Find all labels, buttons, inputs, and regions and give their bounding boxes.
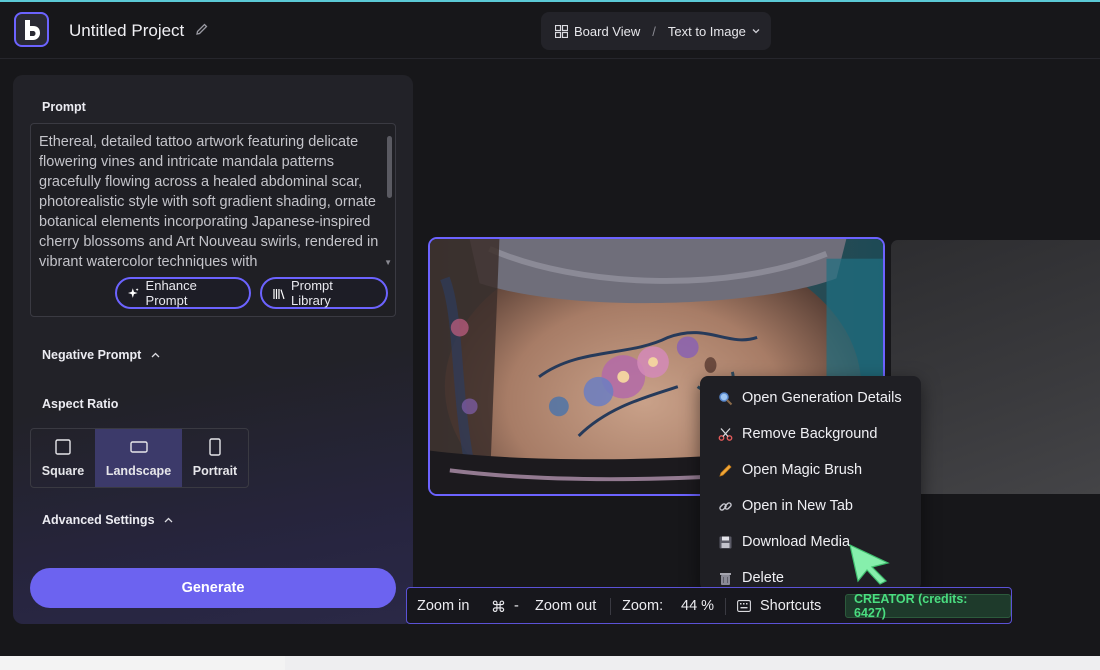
toolbar-divider (610, 598, 611, 615)
enhance-prompt-label: Enhance Prompt (145, 278, 197, 308)
aspect-square-label: Square (41, 464, 85, 478)
aspect-portrait-option[interactable]: Portrait (182, 429, 248, 487)
magnifier-icon (717, 390, 733, 406)
menu-open-in-new-tab[interactable]: Open in New Tab (717, 496, 853, 516)
square-shape-icon (55, 439, 71, 455)
aspect-portrait-label: Portrait (192, 464, 238, 478)
credits-badge[interactable]: CREATOR (credits: 6427) (845, 592, 1011, 620)
aspect-square-option[interactable]: Square (31, 429, 95, 487)
zoom-value[interactable]: 44 % (681, 598, 714, 614)
zoom-out-button[interactable]: Zoom out (535, 598, 596, 614)
view-separator: / (652, 23, 656, 39)
landscape-shape-icon (129, 441, 148, 453)
keyboard-icon (737, 600, 751, 612)
logo-icon (24, 19, 40, 40)
library-books-icon (273, 288, 285, 299)
sparkle-icon (127, 287, 139, 298)
prompt-scrollbar[interactable] (387, 136, 392, 198)
portrait-shape-icon (209, 438, 221, 456)
menu-download-media[interactable]: Download Media (717, 532, 850, 552)
chevron-up-icon (151, 352, 160, 358)
menu-delete[interactable]: Delete (717, 568, 784, 588)
canvas-zoom-toolbar: Zoom in ⌘ - Zoom out Zoom: 44 % Shortcut… (406, 587, 1012, 624)
chevron-down-icon[interactable] (751, 26, 761, 36)
menu-item-label: Open in New Tab (742, 498, 853, 514)
mode-label[interactable]: Text to Image (668, 24, 746, 39)
prompt-library-label: Prompt Library (290, 278, 333, 308)
menu-item-label: Open Magic Brush (742, 462, 863, 478)
aspect-landscape-option[interactable]: Landscape (95, 429, 182, 487)
menu-item-label: Open Generation Details (742, 390, 902, 406)
floppy-disk-icon (717, 534, 733, 550)
command-key-icon: ⌘ (491, 599, 506, 616)
board-grid-icon (555, 24, 568, 38)
pointer-cursor-icon (849, 543, 890, 585)
pencil-icon (717, 462, 733, 478)
menu-open-generation-details[interactable]: Open Generation Details (717, 388, 902, 408)
generate-button[interactable]: Generate (30, 568, 396, 608)
board-view-label[interactable]: Board View (574, 24, 640, 39)
zoom-label: Zoom: (622, 598, 664, 614)
prompt-textarea[interactable]: Ethereal, detailed tattoo artwork featur… (39, 132, 379, 272)
aspect-ratio-selector: Square Landscape Portrait (30, 428, 249, 488)
minus-key: - (514, 598, 519, 614)
aspect-landscape-label: Landscape (105, 464, 172, 478)
os-taskbar-strip (0, 656, 1100, 670)
advanced-settings-label: Advanced Settings (42, 513, 155, 527)
app-header: Untitled Project Board View / Text to Im… (0, 2, 1100, 59)
prompt-input-box[interactable]: Ethereal, detailed tattoo artwork featur… (30, 123, 396, 317)
chevron-up-icon (164, 517, 173, 523)
negative-prompt-label: Negative Prompt (42, 348, 142, 362)
aspect-ratio-label: Aspect Ratio (42, 397, 119, 411)
scroll-down-arrow[interactable]: ▼ (384, 258, 392, 267)
trash-icon (717, 570, 733, 586)
negative-prompt-toggle[interactable]: Negative Prompt (42, 348, 161, 362)
generation-panel: Prompt Ethereal, detailed tattoo artwork… (13, 75, 413, 624)
prompt-library-button[interactable]: Prompt Library (260, 277, 388, 309)
pencil-edit-icon[interactable] (195, 22, 209, 36)
view-mode-switch[interactable]: Board View / Text to Image (541, 12, 771, 50)
link-icon (717, 498, 733, 514)
menu-open-magic-brush[interactable]: Open Magic Brush (717, 460, 862, 480)
enhance-prompt-button[interactable]: Enhance Prompt (115, 277, 251, 309)
app-logo[interactable] (14, 12, 49, 47)
advanced-settings-toggle[interactable]: Advanced Settings (42, 513, 174, 527)
menu-item-label: Delete (742, 570, 784, 586)
scissors-icon (717, 426, 733, 442)
shortcuts-button[interactable]: Shortcuts (760, 598, 821, 614)
toolbar-divider (725, 598, 726, 615)
menu-item-label: Download Media (742, 534, 851, 550)
menu-item-label: Remove Background (742, 426, 878, 442)
project-title[interactable]: Untitled Project (69, 21, 184, 41)
secondary-image-card[interactable] (891, 240, 1100, 494)
menu-remove-background[interactable]: Remove Background (717, 424, 877, 444)
prompt-label: Prompt (42, 100, 86, 114)
taskbar-left-area (0, 656, 285, 670)
zoom-in-button[interactable]: Zoom in (417, 598, 469, 614)
